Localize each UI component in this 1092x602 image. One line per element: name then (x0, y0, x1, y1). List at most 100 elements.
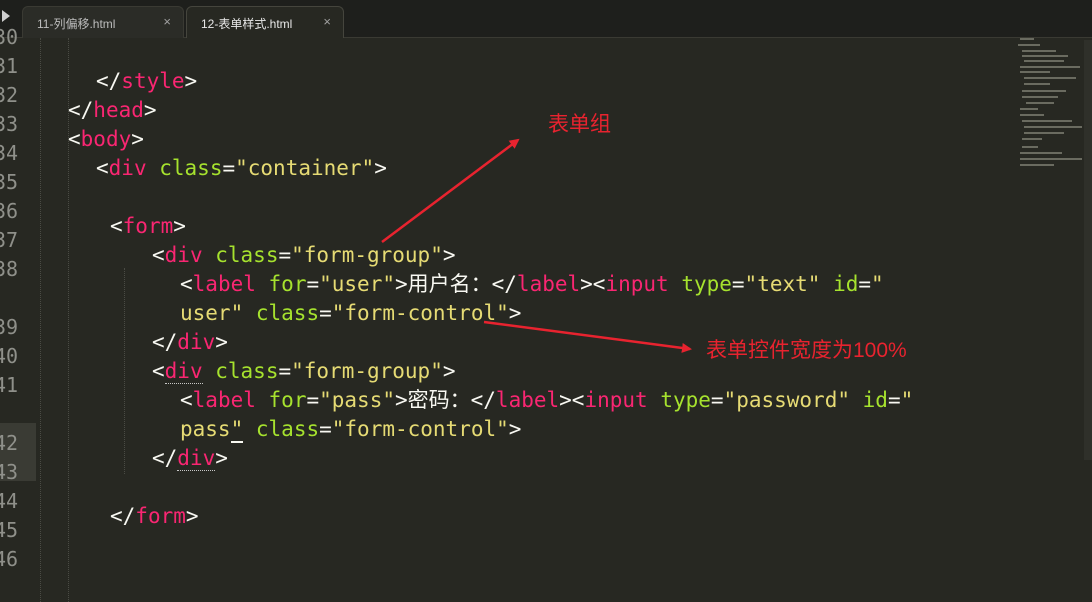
code-line-41: <label for="pass">密码：</label><input type… (180, 386, 913, 415)
minimap-line (1020, 158, 1082, 160)
minimap-line (1020, 108, 1038, 110)
code-token: > (173, 214, 186, 238)
code-token: > (508, 301, 522, 325)
sidebar-toggle-icon[interactable] (2, 10, 10, 22)
code-token: "container" (235, 156, 375, 180)
code-token: " (900, 388, 914, 412)
minimap-line (1018, 44, 1040, 46)
text-cursor: " (230, 417, 244, 443)
code-token: >< (559, 388, 585, 412)
minimap-line (1022, 138, 1042, 140)
code-line-40: <div class="form-group"> (152, 357, 456, 386)
code-token: < (68, 127, 81, 151)
code-token: user" (180, 301, 244, 325)
indent-guide (40, 38, 41, 602)
code-token: = (858, 272, 872, 296)
code-token: head (93, 98, 144, 122)
close-icon[interactable]: × (323, 14, 331, 29)
code-line-38-wrap: user" class="form-control"> (180, 299, 521, 328)
tab-label: 11-列偏移.html (37, 17, 116, 31)
minimap-line (1020, 114, 1044, 116)
minimap-line (1022, 146, 1038, 148)
code-line-42: </div> (152, 444, 228, 473)
code-token: = (319, 417, 332, 441)
code-token: class (159, 156, 223, 180)
code-token: > (442, 243, 456, 267)
code-line-38: <label for="user">用户名：</label><input typ… (180, 270, 884, 299)
code-token: = (887, 388, 901, 412)
tab-label: 12-表单样式.html (201, 17, 293, 31)
code-line-33: <body> (68, 125, 144, 154)
code-token: div (108, 156, 147, 180)
code-token: < (180, 272, 193, 296)
code-token: "form-control" (331, 301, 509, 325)
code-token: input (584, 388, 648, 412)
code-token: > (442, 359, 456, 383)
code-line-31: </style> (96, 67, 197, 96)
code-token: "user" (319, 272, 395, 296)
minimap-line (1022, 90, 1066, 92)
code-token: </ (152, 446, 178, 470)
minimap-line (1024, 77, 1076, 79)
minimap-line (1022, 50, 1056, 52)
code-token: > (215, 446, 228, 470)
code-token: > (374, 156, 387, 180)
code-token: < (96, 156, 109, 180)
code-token: > (184, 69, 198, 93)
code-token: > (185, 504, 199, 528)
tab-11-column-offset[interactable]: 11-列偏移.html × (22, 6, 184, 38)
form-control-annotation: 表单控件宽度为100% (706, 339, 907, 362)
code-token: > (143, 98, 157, 122)
form-group-annotation: 表单组 (548, 113, 611, 136)
minimap-line (1020, 71, 1050, 73)
code-token: = (710, 388, 724, 412)
code-token: > (215, 330, 228, 354)
minimap-line (1020, 38, 1034, 40)
code-token: div (177, 330, 216, 354)
code-token: = (306, 388, 320, 412)
code-line-34: <div class="container"> (96, 154, 387, 183)
code-token: style (121, 69, 185, 93)
tab-12-form-style[interactable]: 12-表单样式.html × (186, 6, 344, 38)
code-line-37: <div class="form-group"> (152, 241, 456, 270)
vertical-scrollbar[interactable] (1084, 40, 1092, 460)
tab-bar: 11-列偏移.html × 12-表单样式.html × (0, 0, 1092, 38)
code-token: < (152, 243, 165, 267)
code-token: "form-group" (291, 243, 443, 267)
code-token: = (278, 243, 292, 267)
minimap-line (1022, 55, 1068, 57)
code-token: < (152, 359, 165, 383)
minimap-line (1020, 66, 1080, 68)
code-token: class (255, 417, 320, 441)
indent-guide (124, 268, 125, 474)
minimap[interactable] (1012, 38, 1092, 178)
code-token: type (660, 388, 711, 412)
minimap-line (1022, 120, 1072, 122)
code-line-44: </form> (110, 502, 199, 531)
code-token: class (215, 359, 279, 383)
close-icon[interactable]: × (163, 14, 171, 29)
code-token: label (192, 388, 256, 412)
code-token: body (80, 127, 132, 151)
code-editor[interactable]: </style> </head> <body> <div class="cont… (0, 38, 1010, 602)
code-token: </ (96, 69, 122, 93)
code-token: < (110, 214, 123, 238)
minimap-line (1022, 96, 1058, 98)
code-token: label (495, 388, 560, 412)
code-line-36: <form> (110, 212, 186, 241)
code-token: > (508, 417, 522, 441)
code-token: </ (110, 504, 136, 528)
code-token: type (681, 272, 732, 296)
minimap-line (1024, 83, 1050, 85)
code-token: </ (152, 330, 178, 354)
code-token: label (192, 272, 256, 296)
